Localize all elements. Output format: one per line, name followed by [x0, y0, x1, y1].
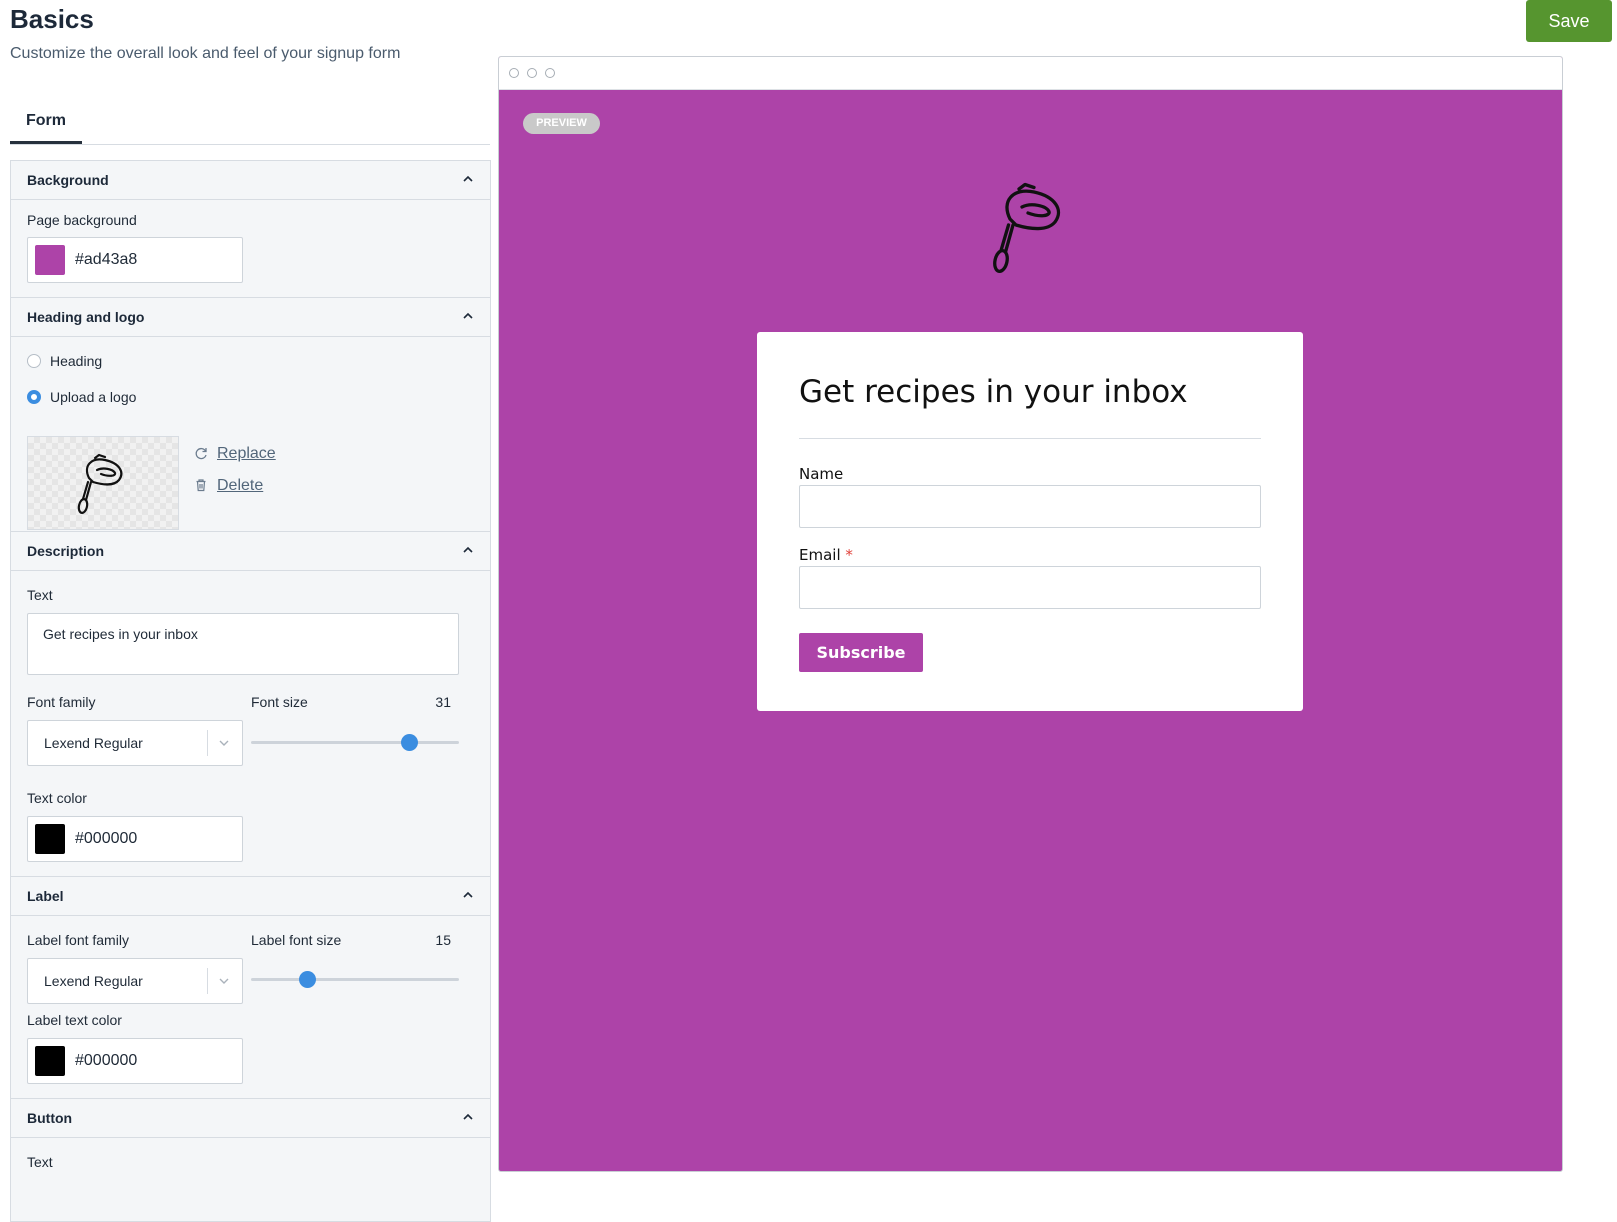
email-input[interactable] — [799, 566, 1261, 609]
select-divider — [207, 968, 208, 994]
chevron-up-icon — [463, 546, 473, 553]
color-swatch[interactable] — [35, 824, 65, 854]
chevron-up-icon — [463, 1113, 473, 1120]
save-button[interactable]: Save — [1526, 0, 1612, 42]
label-font-family-label: Label font family — [27, 932, 129, 948]
radio-upload-logo[interactable] — [27, 390, 41, 404]
chevron-down-icon — [219, 740, 229, 746]
form-divider — [799, 438, 1261, 439]
color-swatch[interactable] — [35, 245, 65, 275]
preview-window: PREVIEW Get recipes in your inbox Name E… — [498, 56, 1563, 1172]
email-label-text: Email — [799, 546, 841, 564]
window-dot — [545, 68, 555, 78]
text-color-field[interactable]: #000000 — [27, 816, 243, 862]
email-field-label: Email * — [799, 546, 853, 564]
label-font-family-value: Lexend Regular — [44, 973, 143, 989]
page-background-color-field[interactable]: #ad43a8 — [27, 237, 243, 283]
color-value: #000000 — [75, 1052, 138, 1069]
section-header-button[interactable]: Button — [11, 1098, 490, 1138]
tab-bar: Form — [10, 100, 490, 145]
section-title-heading-logo: Heading and logo — [27, 309, 145, 325]
refresh-icon — [195, 447, 207, 460]
section-header-background[interactable]: Background — [11, 161, 490, 200]
font-size-value: 31 — [435, 694, 451, 710]
page-background-label: Page background — [27, 212, 137, 228]
label-font-family-select[interactable]: Lexend Regular — [27, 958, 243, 1004]
color-value: #ad43a8 — [75, 251, 138, 268]
label-font-size-label: Label font size — [251, 932, 342, 948]
label-font-size-slider-track[interactable] — [251, 978, 459, 981]
window-dot — [527, 68, 537, 78]
description-text-label: Text — [27, 587, 53, 603]
chevron-down-icon — [219, 978, 229, 984]
font-family-select[interactable]: Lexend Regular — [27, 720, 243, 766]
signup-form-card: Get recipes in your inbox Name Email * S… — [757, 332, 1303, 711]
button-text-label: Text — [27, 1154, 53, 1170]
label-text-color-label: Label text color — [27, 1012, 122, 1028]
required-asterisk: * — [845, 546, 853, 564]
replace-logo-link[interactable]: Replace — [217, 445, 276, 463]
section-title-button: Button — [27, 1110, 73, 1126]
logo-thumbnail — [27, 436, 179, 530]
radio-heading-label: Heading — [50, 353, 103, 369]
radio-upload-logo-label: Upload a logo — [50, 389, 137, 405]
font-size-slider-track[interactable] — [251, 741, 459, 744]
browser-bar — [499, 57, 1562, 90]
label-font-size-slider-thumb[interactable] — [298, 971, 316, 988]
font-family-label: Font family — [27, 694, 96, 710]
select-divider — [207, 730, 208, 756]
section-header-heading-logo[interactable]: Heading and logo — [11, 297, 490, 337]
delete-logo-link[interactable]: Delete — [217, 477, 263, 495]
font-family-value: Lexend Regular — [44, 735, 143, 751]
chevron-up-icon — [463, 312, 473, 319]
form-heading: Get recipes in your inbox — [799, 374, 1188, 410]
section-header-description[interactable]: Description — [11, 531, 490, 571]
text-color-label: Text color — [27, 790, 87, 806]
color-value: #000000 — [75, 830, 138, 847]
name-input[interactable] — [799, 485, 1261, 528]
chevron-up-icon — [463, 175, 473, 182]
label-text-color-field[interactable]: #000000 — [27, 1038, 243, 1084]
label-font-size-value: 15 — [435, 932, 451, 948]
chevron-up-icon — [463, 891, 473, 898]
section-title-background: Background — [27, 172, 109, 188]
hand-mixer-logo — [993, 182, 1061, 273]
font-size-slider-thumb[interactable] — [400, 734, 418, 751]
section-title-description: Description — [27, 543, 105, 559]
radio-heading[interactable] — [27, 354, 41, 368]
font-size-label: Font size — [251, 694, 308, 710]
window-dot — [509, 68, 519, 78]
settings-panel: Background Page background #ad43a8 Headi… — [10, 160, 491, 1222]
subscribe-button[interactable]: Subscribe — [799, 633, 923, 672]
hand-mixer-logo — [77, 453, 123, 514]
trash-icon — [196, 479, 206, 492]
preview-badge: PREVIEW — [523, 113, 600, 134]
page-subtitle: Customize the overall look and feel of y… — [10, 45, 401, 62]
description-text-input[interactable]: Get recipes in your inbox — [27, 613, 459, 675]
color-swatch[interactable] — [35, 1046, 65, 1076]
section-header-label[interactable]: Label — [11, 876, 490, 916]
page-title: Basics — [10, 4, 94, 34]
name-field-label: Name — [799, 465, 844, 483]
tab-form[interactable]: Form — [10, 100, 82, 144]
section-title-label: Label — [27, 888, 64, 904]
